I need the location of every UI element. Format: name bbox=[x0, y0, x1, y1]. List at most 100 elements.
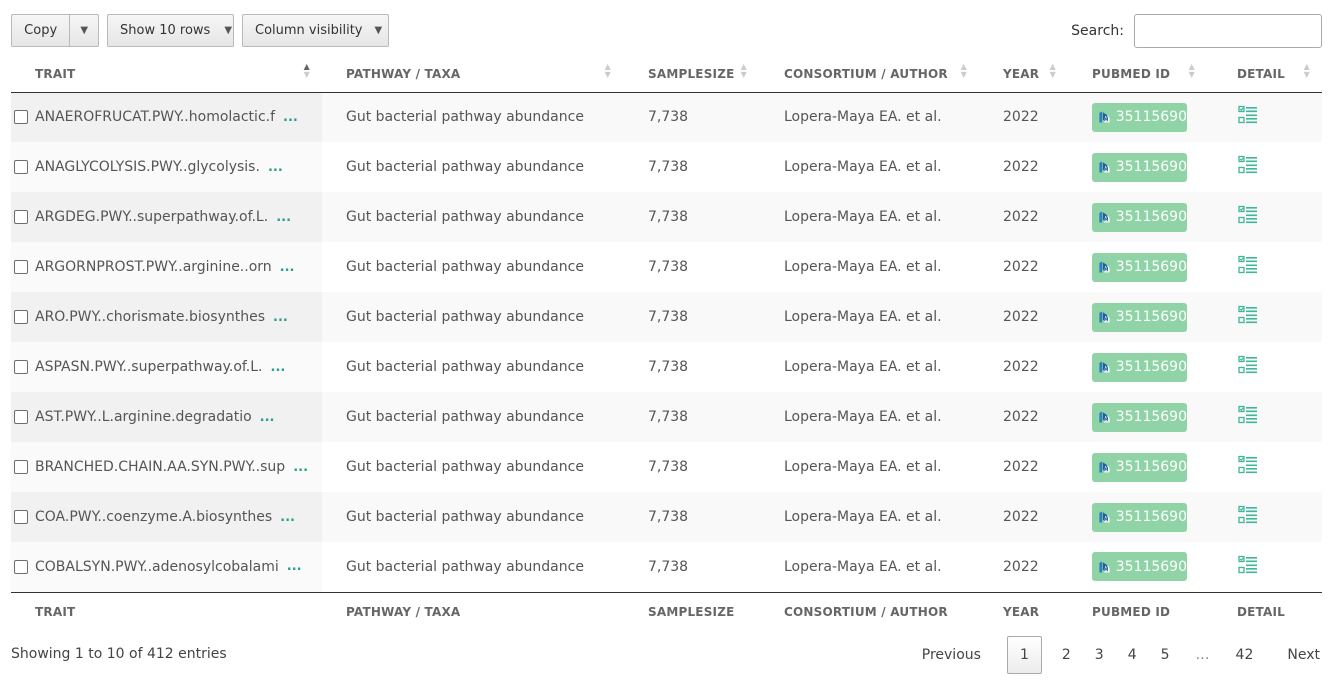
author-cell: Lopera-Maya EA. et al. bbox=[759, 92, 979, 142]
author-cell: Lopera-Maya EA. et al. bbox=[759, 492, 979, 542]
year-cell: 2022 bbox=[1003, 259, 1039, 275]
column-header-year[interactable]: YEAR ▲ ▼ bbox=[979, 56, 1068, 93]
sort-icon: ▲ ▼ bbox=[1049, 62, 1056, 79]
pubmed-cell: 35115690 bbox=[1068, 542, 1207, 592]
detail-list-icon[interactable] bbox=[1238, 405, 1258, 429]
row-checkbox[interactable] bbox=[14, 460, 28, 474]
pubmed-cell: 35115690 bbox=[1068, 392, 1207, 442]
table-row[interactable]: ASPASN.PWY..superpathway.of.L. ... Gut b… bbox=[11, 342, 1322, 392]
pubmed-id: 35115690 bbox=[1115, 558, 1187, 575]
previous-button[interactable]: Previous bbox=[910, 636, 999, 674]
pubmed-logo-icon bbox=[1099, 161, 1110, 173]
page-button-5[interactable]: 5 bbox=[1149, 636, 1182, 674]
footer-row: TRAIT PATHWAY / TAXA SAMPLESIZE CONSORTI… bbox=[11, 591, 1322, 632]
column-header-samplesize[interactable]: SAMPLESIZE ▲ ▼ bbox=[623, 56, 759, 93]
detail-list-icon[interactable] bbox=[1238, 105, 1258, 129]
expand-trait-button[interactable]: ... bbox=[280, 260, 295, 275]
expand-trait-button[interactable]: ... bbox=[268, 160, 283, 175]
row-checkbox[interactable] bbox=[14, 260, 28, 274]
detail-list-icon[interactable] bbox=[1238, 555, 1258, 579]
row-checkbox[interactable] bbox=[14, 110, 28, 125]
search-box: Search: bbox=[1071, 14, 1322, 48]
pubmed-cell: 35115690 bbox=[1068, 492, 1207, 542]
column-header-pubmed[interactable]: PUBMED ID ▲ ▼ bbox=[1068, 56, 1207, 93]
samplesize-cell: 7,738 bbox=[623, 392, 759, 442]
column-header-detail[interactable]: DETAIL ▲ ▼ bbox=[1207, 56, 1322, 93]
row-checkbox[interactable] bbox=[14, 559, 28, 574]
pubmed-cell: 35115690 bbox=[1068, 342, 1207, 392]
copy-dropdown-toggle[interactable]: ▼ bbox=[69, 15, 98, 46]
row-checkbox[interactable] bbox=[14, 360, 28, 374]
column-visibility-button[interactable]: Column visibility ▼ bbox=[242, 14, 389, 47]
samplesize-cell: 7,738 bbox=[623, 492, 759, 542]
row-checkbox[interactable] bbox=[14, 310, 28, 324]
detail-list-icon[interactable] bbox=[1238, 255, 1258, 279]
pubmed-link[interactable]: 35115690 bbox=[1092, 302, 1187, 332]
table-row[interactable]: ANAEROFRUCAT.PWY..homolactic.f ... Gut b… bbox=[11, 92, 1322, 142]
pubmed-link[interactable]: 35115690 bbox=[1092, 552, 1187, 582]
next-button[interactable]: Next bbox=[1265, 636, 1322, 674]
pubmed-link[interactable]: 35115690 bbox=[1092, 102, 1187, 132]
page-length-button[interactable]: Show 10 rows ▼ bbox=[107, 14, 234, 47]
expand-trait-button[interactable]: ... bbox=[276, 210, 291, 225]
header-row: TRAIT ▲ ▼ PATHWAY / TAXA ▲ ▼ SAMPLESIZE ▲ ▼ CO… bbox=[11, 56, 1322, 93]
pubmed-link[interactable]: 35115690 bbox=[1092, 152, 1187, 182]
row-checkbox[interactable] bbox=[14, 510, 28, 524]
table-row[interactable]: COA.PWY..coenzyme.A.biosynthes ... Gut b… bbox=[11, 492, 1322, 542]
detail-list-icon[interactable] bbox=[1238, 155, 1258, 179]
pubmed-id: 35115690 bbox=[1115, 209, 1187, 225]
trait-cell: BRANCHED.CHAIN.AA.SYN.PWY..sup ... bbox=[11, 442, 322, 492]
page-button-3[interactable]: 3 bbox=[1083, 636, 1116, 674]
samplesize-cell: 7,738 bbox=[623, 292, 759, 342]
pubmed-link[interactable]: 35115690 bbox=[1092, 502, 1187, 532]
pubmed-logo-icon bbox=[1099, 111, 1110, 123]
detail-list-icon[interactable] bbox=[1238, 455, 1258, 479]
table-row[interactable]: COBALSYN.PWY..adenosylcobalami ... Gut b… bbox=[11, 542, 1322, 592]
detail-cell bbox=[1207, 192, 1322, 242]
detail-cell bbox=[1207, 492, 1322, 542]
pubmed-cell: 35115690 bbox=[1068, 92, 1207, 142]
table-row[interactable]: ANAGLYCOLYSIS.PWY..glycolysis. ... Gut b… bbox=[11, 142, 1322, 192]
row-checkbox[interactable] bbox=[14, 160, 28, 174]
table-row[interactable]: BRANCHED.CHAIN.AA.SYN.PWY..sup ... Gut b… bbox=[11, 442, 1322, 492]
expand-trait-button[interactable]: ... bbox=[287, 559, 302, 574]
page-button-42[interactable]: 42 bbox=[1224, 636, 1266, 674]
trait-name: ANAEROFRUCAT.PWY..homolactic.f bbox=[35, 109, 276, 126]
row-checkbox[interactable] bbox=[14, 210, 28, 224]
page-button-1[interactable]: 1 bbox=[1006, 636, 1042, 674]
pubmed-id: 35115690 bbox=[1115, 509, 1187, 525]
expand-trait-button[interactable]: ... bbox=[273, 310, 288, 325]
page-button-4[interactable]: 4 bbox=[1116, 636, 1149, 674]
copy-button[interactable]: Copy ▼ bbox=[11, 14, 99, 47]
pubmed-link[interactable]: 35115690 bbox=[1092, 252, 1187, 282]
expand-trait-button[interactable]: ... bbox=[293, 460, 308, 475]
trait-cell: ARO.PWY..chorismate.biosynthes ... bbox=[11, 292, 322, 342]
expand-trait-button[interactable]: ... bbox=[283, 110, 298, 125]
pubmed-link[interactable]: 35115690 bbox=[1092, 202, 1187, 232]
caret-down-icon: ▼ bbox=[224, 25, 233, 36]
detail-list-icon[interactable] bbox=[1238, 355, 1258, 379]
pubmed-link[interactable]: 35115690 bbox=[1092, 352, 1187, 382]
table-row[interactable]: AST.PWY..L.arginine.degradatio ... Gut b… bbox=[11, 392, 1322, 442]
page-button-2[interactable]: 2 bbox=[1050, 636, 1083, 674]
detail-list-icon[interactable] bbox=[1238, 505, 1258, 529]
column-header-trait[interactable]: TRAIT ▲ ▼ bbox=[11, 56, 322, 93]
pubmed-link[interactable]: 35115690 bbox=[1092, 452, 1187, 482]
table-row[interactable]: ARO.PWY..chorismate.biosynthes ... Gut b… bbox=[11, 292, 1322, 342]
trait-name: ARO.PWY..chorismate.biosynthes bbox=[35, 309, 266, 325]
column-header-author[interactable]: CONSORTIUM / AUTHOR ▲ ▼ bbox=[759, 56, 979, 93]
column-header-pathway[interactable]: PATHWAY / TAXA ▲ ▼ bbox=[322, 56, 623, 93]
table-row[interactable]: ARGDEG.PWY..superpathway.of.L. ... Gut b… bbox=[11, 192, 1322, 242]
expand-trait-button[interactable]: ... bbox=[260, 410, 275, 425]
expand-trait-button[interactable]: ... bbox=[271, 360, 286, 375]
table-row[interactable]: ARGORNPROST.PWY..arginine..orn ... Gut b… bbox=[11, 242, 1322, 292]
expand-trait-button[interactable]: ... bbox=[280, 510, 295, 525]
footer-header-samplesize: SAMPLESIZE bbox=[623, 591, 759, 632]
pubmed-link[interactable]: 35115690 bbox=[1092, 402, 1187, 432]
detail-list-icon[interactable] bbox=[1238, 205, 1258, 229]
caret-down-icon: ▼ bbox=[80, 25, 89, 36]
row-checkbox[interactable] bbox=[14, 410, 28, 424]
search-input[interactable] bbox=[1134, 14, 1322, 48]
pubmed-cell: 35115690 bbox=[1068, 192, 1207, 242]
detail-list-icon[interactable] bbox=[1238, 305, 1258, 329]
